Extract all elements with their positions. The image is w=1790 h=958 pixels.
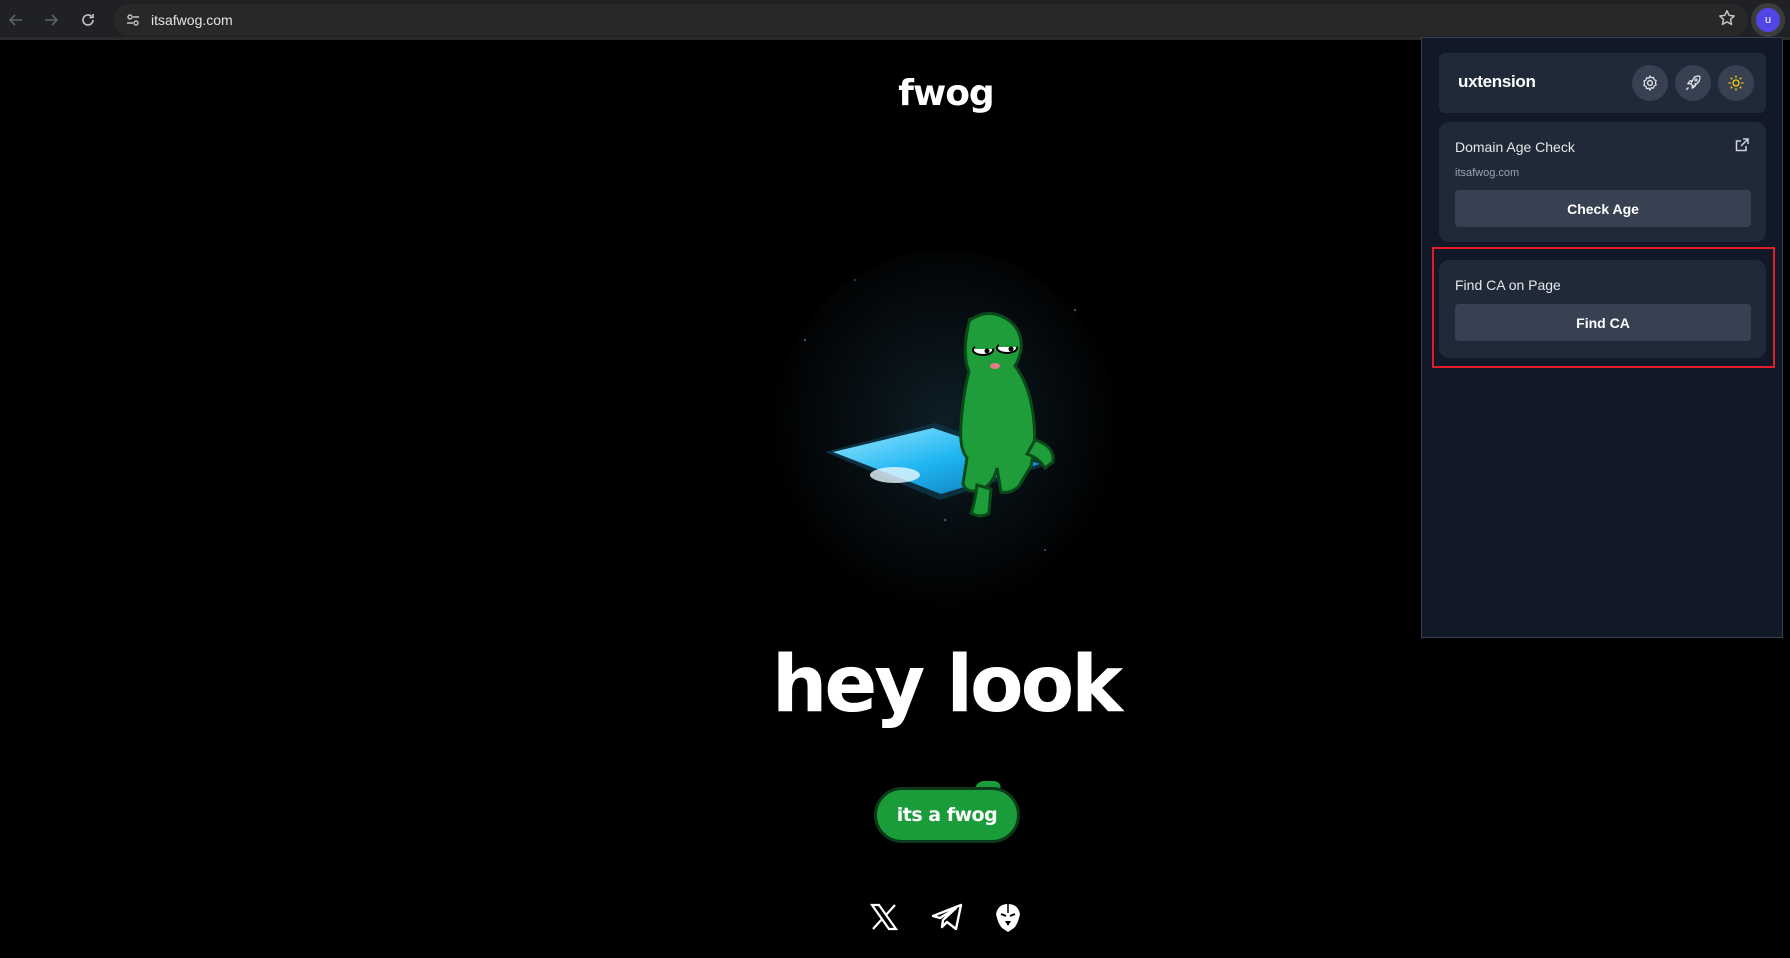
reload-button[interactable] — [76, 8, 100, 32]
popup-header: uxtension — [1439, 53, 1766, 113]
forward-button[interactable] — [39, 8, 63, 32]
arrow-left-icon — [8, 14, 22, 26]
find-ca-title: Find CA on Page — [1455, 277, 1561, 293]
fwog-hero-image — [770, 250, 1120, 630]
eagle-icon[interactable] — [991, 900, 1025, 934]
find-ca-button[interactable]: Find CA — [1455, 304, 1751, 341]
avatar: u — [1756, 8, 1780, 32]
domain-age-title: Domain Age Check — [1455, 139, 1575, 155]
bookmark-star-icon[interactable] — [1718, 9, 1736, 32]
arrow-right-icon — [45, 14, 59, 26]
address-bar[interactable]: itsafwog.com — [114, 4, 1748, 36]
domain-age-card: Domain Age Check itsafwog.com Check Age — [1439, 122, 1766, 242]
gear-icon — [1643, 75, 1657, 91]
url-text[interactable]: itsafwog.com — [151, 11, 233, 29]
sun-icon — [1728, 75, 1744, 91]
rocket-icon — [1685, 75, 1701, 91]
reload-icon — [82, 14, 94, 26]
x-logo-icon[interactable] — [867, 900, 901, 934]
settings-button[interactable] — [1632, 65, 1668, 101]
telegram-icon[interactable] — [930, 900, 964, 934]
find-ca-card: Find CA on Page Find CA — [1439, 260, 1766, 358]
check-age-button[interactable]: Check Age — [1455, 190, 1751, 227]
site-info-icon[interactable] — [124, 11, 142, 29]
its-a-fwog-button[interactable]: its a fwog — [874, 787, 1020, 843]
browser-toolbar: itsafwog.com u — [0, 0, 1790, 40]
domain-text: itsafwog.com — [1455, 167, 1520, 179]
extension-popup: uxtension Domain Age Check itsafwog.com … — [1421, 37, 1783, 638]
extension-profile-button[interactable]: u — [1751, 3, 1785, 37]
rocket-button[interactable] — [1675, 65, 1711, 101]
theme-toggle-button[interactable] — [1718, 65, 1754, 101]
extension-title: uxtension — [1458, 72, 1536, 91]
back-button[interactable] — [4, 8, 28, 32]
external-link-icon[interactable] — [1734, 137, 1752, 155]
hero-headline: hey look — [771, 640, 1123, 730]
